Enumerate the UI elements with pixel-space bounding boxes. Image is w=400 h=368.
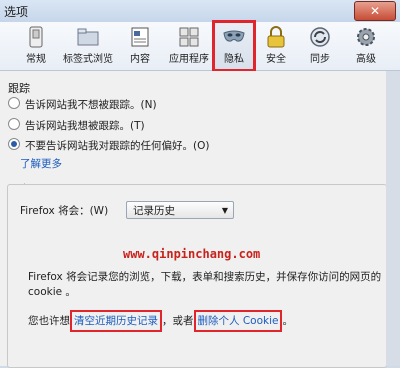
remove-cookies-link[interactable]: 删除个人 Cookie [193,310,283,332]
radio-button-selected[interactable] [8,138,20,150]
window-title: 选项 [4,5,29,19]
tab-label: 同步 [310,54,330,65]
preferences-toolbar: 常规 标签式浏览 内容 应用程序 隐私 安全 同步 高级 [0,20,400,72]
history-mode-select[interactable]: 记录历史 ▼ [126,201,234,219]
tab-security[interactable]: 安全 [262,23,290,69]
history-description-line1: Firefox 将会记录您的浏览，下载，表单和搜索历史，并保存你访问的网页的 [28,271,382,283]
tab-advanced[interactable]: 高级 [352,23,380,69]
tracking-heading: 跟踪 [8,82,30,95]
radio-track[interactable]: 告诉网站我想被跟踪。(T) [8,118,145,133]
suffix-text: 。 [282,315,293,327]
applications-icon [179,27,199,47]
radio-label: 不要告诉网站我对跟踪的任何偏好。(O) [25,140,210,152]
you-may-text: 您也许想 [28,315,70,327]
content-page-icon [131,27,149,47]
tab-content[interactable]: 内容 [126,23,154,69]
tab-label: 应用程序 [169,54,209,65]
clear-recent-history-link[interactable]: 清空近期历史记录 [70,310,162,332]
radio-label: 告诉网站我想被跟踪。(T) [25,120,145,132]
tab-sync[interactable]: 同步 [306,23,334,69]
scrollbar[interactable] [386,71,400,366]
history-description-line2: cookie 。 [28,286,76,298]
watermark: www.qinpinchang.com [123,247,261,261]
tab-privacy[interactable]: 隐私 [212,20,256,72]
tab-label: 常规 [26,54,46,65]
chevron-down-icon: ▼ [221,206,228,215]
or-text: ，或者 [162,315,194,327]
tab-applications[interactable]: 应用程序 [166,23,212,69]
switch-icon [29,26,43,48]
tab-tabs[interactable]: 标签式浏览 [60,23,116,69]
tab-label: 安全 [266,54,286,65]
folder-tabs-icon [77,28,99,46]
tab-label: 高级 [356,54,376,65]
tab-label: 内容 [130,54,150,65]
tab-label: 标签式浏览 [63,54,113,65]
close-button[interactable]: ✕ [354,1,396,21]
lock-icon [267,26,285,48]
tab-label: 隐私 [224,54,244,65]
radio-do-not-track[interactable]: 告诉网站我不想被跟踪。(N) [8,97,157,112]
title-bar: 选项 ✕ [0,0,400,22]
history-actions-line: 您也许想 清空近期历史记录 ，或者 删除个人 Cookie。 [28,310,293,332]
learn-more-link[interactable]: 了解更多 [20,156,62,171]
select-value: 记录历史 [133,205,175,217]
privacy-pane: 跟踪 告诉网站我不想被跟踪。(N) 告诉网站我想被跟踪。(T) 不要告诉网站我对… [0,71,400,368]
gear-icon [357,28,375,46]
tab-general[interactable]: 常规 [24,23,48,69]
radio-button[interactable] [8,118,20,130]
radio-no-preference[interactable]: 不要告诉网站我对跟踪的任何偏好。(O) [8,138,209,153]
radio-label: 告诉网站我不想被跟踪。(N) [25,99,157,111]
sync-icon [310,27,330,47]
firefox-will-label: Firefox 将会：(W) [20,205,109,217]
privacy-mask-icon [223,30,245,42]
radio-button[interactable] [8,97,20,109]
